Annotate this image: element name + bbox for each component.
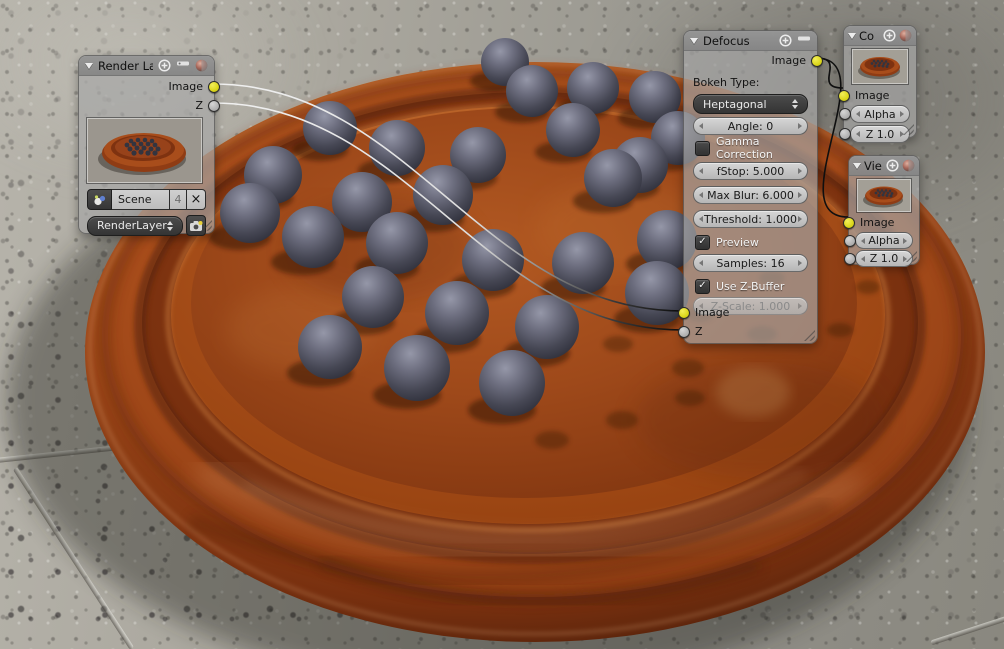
dropdown-arrows-icon [792, 99, 798, 109]
output-image-row: Image [79, 77, 220, 95]
input-image-label: Image [860, 216, 895, 229]
input-image-row: Image [678, 303, 817, 321]
scene-unlink-button[interactable]: × [187, 189, 206, 210]
use-zbuffer-checkbox[interactable]: ✓ [695, 278, 710, 294]
input-socket-alpha[interactable] [844, 235, 856, 247]
add-icon[interactable] [779, 34, 792, 47]
node-defocus[interactable]: Defocus Image Bokeh Type: Heptagonal Ang… [678, 30, 823, 344]
node-render-layer[interactable]: Render Layer Image Z [78, 55, 220, 236]
node-composite[interactable]: Co Image Alpha Z 1.0 [838, 25, 917, 143]
preview-row: ✓ Preview [684, 234, 817, 250]
bokeh-type-select[interactable]: Heptagonal [693, 94, 808, 114]
input-socket-image[interactable] [838, 90, 850, 102]
scene-name-field[interactable]: Scene [112, 189, 170, 210]
input-z-label: Z [695, 324, 703, 338]
node-viewer[interactable]: Vie Image Alpha Z 1.0 [843, 155, 920, 267]
link-renderlayer-z-to-defocus-z[interactable] [212, 102, 684, 331]
input-socket-z[interactable] [839, 128, 851, 140]
output-image-label: Image [168, 79, 203, 93]
output-socket-z[interactable] [208, 100, 220, 112]
render-layer-select[interactable]: RenderLayer [87, 215, 183, 236]
node-viewer-header[interactable]: Vie [849, 156, 919, 176]
input-socket-z[interactable] [678, 326, 690, 338]
input-socket-alpha[interactable] [839, 108, 851, 120]
input-image-row: Image [843, 215, 919, 230]
output-image-label: Image [771, 53, 806, 67]
layer-select-row: RenderLayer [87, 215, 206, 236]
alpha-slider[interactable]: Alpha [844, 232, 913, 249]
output-z-row: Z [79, 96, 220, 114]
input-socket-image[interactable] [843, 217, 855, 229]
composite-preview-image [851, 48, 909, 85]
add-icon[interactable] [158, 59, 171, 72]
link-renderlayer-image-to-defocus-image[interactable] [212, 83, 684, 312]
max-blur-slider[interactable]: Max Blur: 6.000 [693, 186, 808, 204]
material-sphere-icon[interactable] [902, 159, 915, 172]
samples-slider[interactable]: Samples: 16 [693, 254, 808, 272]
node-render-layer-header[interactable]: Render Layer [79, 56, 214, 76]
viewer-preview-image [856, 178, 912, 213]
input-image-label: Image [855, 88, 890, 102]
close-icon: × [190, 192, 202, 207]
z-slider[interactable]: Z 1.0 [844, 250, 913, 267]
collapse-triangle-icon[interactable] [85, 62, 93, 69]
node-options-icon[interactable] [176, 60, 190, 72]
add-icon[interactable] [883, 29, 896, 42]
material-sphere-icon[interactable] [195, 59, 208, 72]
output-image-row: Image [684, 51, 823, 69]
input-image-row: Image [838, 87, 916, 103]
scene-browse-button[interactable] [87, 189, 112, 210]
node-title: Co [859, 28, 875, 43]
node-title: Vie [864, 158, 882, 173]
scene-icon [94, 194, 106, 205]
use-zbuffer-label: Use Z-Buffer [716, 279, 785, 293]
angle-slider[interactable]: Angle: 0 [693, 117, 808, 135]
fstop-slider[interactable]: fStop: 5.000 [693, 162, 808, 180]
dropdown-arrows-icon [166, 220, 173, 231]
node-options-icon[interactable] [797, 35, 811, 47]
blender-compositor-backdrop-view: Render Layer Image Z [0, 0, 1004, 649]
render-camera-button[interactable] [185, 215, 206, 236]
render-preview-image [86, 117, 203, 184]
add-icon[interactable] [886, 159, 899, 172]
preview-label: Preview [716, 235, 759, 249]
gamma-correction-label: Gamma Correction [716, 135, 773, 161]
gamma-correction-checkbox[interactable] [695, 140, 710, 156]
collapse-triangle-icon[interactable] [848, 32, 856, 39]
scene-user-count[interactable]: 4 [170, 189, 187, 210]
collapse-triangle-icon[interactable] [690, 37, 698, 44]
output-socket-image[interactable] [811, 55, 823, 67]
threshold-slider[interactable]: Threshold: 1.000 [693, 210, 808, 228]
node-title: Render Layer [98, 58, 153, 73]
node-composite-header[interactable]: Co [844, 26, 916, 46]
camera-icon [189, 220, 203, 231]
use-zbuffer-row: ✓ Use Z-Buffer [684, 278, 817, 294]
input-image-label: Image [695, 305, 730, 319]
output-socket-image[interactable] [208, 81, 220, 93]
preview-checkbox[interactable]: ✓ [695, 234, 710, 250]
scene-select-row: Scene 4 × [87, 189, 206, 210]
z-slider[interactable]: Z 1.0 [839, 125, 910, 143]
alpha-slider[interactable]: Alpha [839, 105, 910, 123]
collapse-triangle-icon[interactable] [853, 162, 861, 169]
gamma-correction-row: Gamma Correction [684, 135, 817, 161]
node-defocus-header[interactable]: Defocus [684, 31, 817, 51]
node-title: Defocus [703, 33, 750, 48]
input-z-row: Z [678, 322, 817, 340]
input-socket-image[interactable] [678, 307, 690, 319]
output-z-label: Z [195, 98, 203, 112]
bokeh-type-label: Bokeh Type: [693, 76, 760, 89]
input-socket-z[interactable] [844, 253, 856, 265]
material-sphere-icon[interactable] [899, 29, 912, 42]
